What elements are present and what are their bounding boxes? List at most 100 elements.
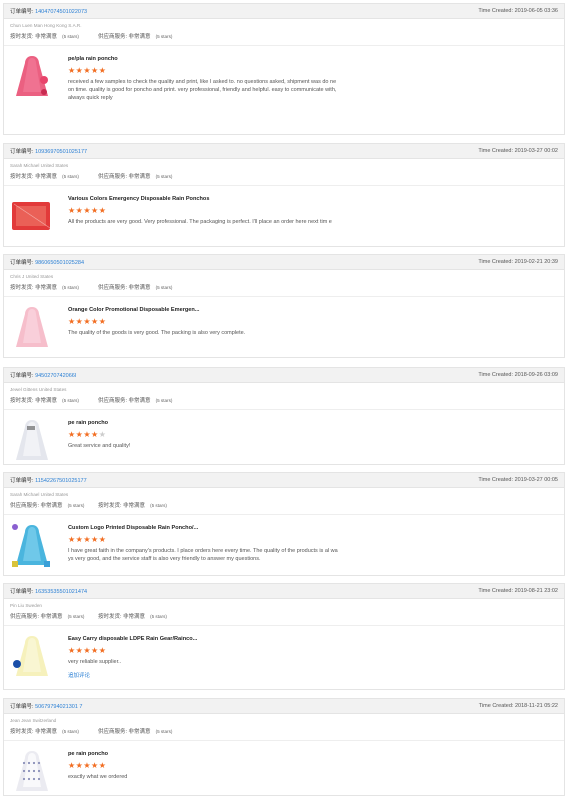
- star-rating: ★★★★★: [68, 535, 338, 544]
- star-rating: ★★★★★: [68, 206, 338, 215]
- product-title[interactable]: Various Colors Emergency Disposable Rain…: [68, 196, 338, 202]
- star-filled-icon: ★: [91, 646, 99, 655]
- review-header: 订单编号: 10936970501025177 Time Created: 20…: [4, 144, 564, 159]
- star-filled-icon: ★: [98, 206, 107, 215]
- product-title[interactable]: pe rain poncho: [68, 420, 338, 426]
- rating-label: 按时发货: 非常满意: [10, 729, 58, 735]
- order-label: 订单编号:: [10, 260, 34, 266]
- review-content: pe rain poncho ★★★★★ Great service and q…: [68, 416, 338, 464]
- rating-item: 供应商服务: 非常满意 (5 stars): [98, 396, 186, 404]
- review-content: Easy Carry disposable LDPE Rain Gear/Rai…: [68, 632, 338, 682]
- time-created: Time Created: 2019-06-05 03:36: [478, 8, 558, 14]
- star-filled-icon: ★: [98, 646, 107, 655]
- star-filled-icon: ★: [83, 535, 92, 544]
- review-comment: All the products are very good. Very pro…: [68, 219, 332, 225]
- rating-item: 供应商服务: 非常满意 (5 stars): [98, 727, 186, 735]
- rating-item: 按时发货: 非常满意 (5 stars): [10, 172, 98, 180]
- rating-item: 供应商服务: 非常满意 (5 stars): [98, 283, 186, 291]
- red-poncho-icon[interactable]: [10, 52, 54, 102]
- time-created: Time Created: 2019-08-21 23:02: [478, 588, 558, 594]
- review-comment: Great service and quality!: [68, 443, 131, 449]
- review-card: 订单编号: 10936970501025177 Time Created: 20…: [3, 143, 565, 247]
- order-label: 订单编号:: [10, 9, 34, 15]
- star-filled-icon: ★: [91, 317, 99, 326]
- order-number: 订单编号: 16353535501021474: [10, 587, 87, 595]
- time-value: 2018-09-26 03:09: [514, 372, 558, 378]
- star-filled-icon: ★: [91, 761, 99, 770]
- product-title[interactable]: Orange Color Promotional Disposable Emer…: [68, 307, 338, 313]
- rating-item: 按时发货: 非常满意 (5 stars): [10, 32, 98, 40]
- star-rating: ★★★★★: [68, 761, 338, 770]
- time-value: 2019-03-27 00:05: [514, 477, 558, 483]
- white-poncho-icon[interactable]: [10, 416, 54, 464]
- rating-label: 按时发货: 非常满意: [10, 34, 58, 40]
- review-card: 订单编号: 16353535501021474 Time Created: 20…: [3, 583, 565, 690]
- review-body: pe rain poncho ★★★★★ exactly what we ord…: [4, 741, 564, 795]
- order-label: 订单编号:: [10, 589, 34, 595]
- rating-label: 按时发货: 非常满意: [10, 285, 58, 291]
- order-number-link[interactable]: 10936970501025177: [35, 149, 87, 155]
- order-number-link[interactable]: 9450270742066I: [35, 373, 76, 379]
- product-title[interactable]: pe rain poncho: [68, 751, 338, 757]
- review-content: pe/pla rain poncho ★★★★★ received a few …: [68, 52, 338, 103]
- review-card: 订单编号: 9450270742066I Time Created: 2018-…: [3, 367, 565, 465]
- star-filled-icon: ★: [68, 206, 76, 215]
- dotted-poncho-icon[interactable]: [10, 747, 54, 795]
- review-content: Orange Color Promotional Disposable Emer…: [68, 303, 338, 353]
- rating-stars-text: (5 stars): [155, 174, 173, 179]
- star-rating: ★★★★★: [68, 317, 338, 326]
- review-header: 订单编号: 14047074501022073 Time Created: 20…: [4, 4, 564, 19]
- rating-stars-text: (5 stars): [67, 614, 85, 619]
- rating-stars-text: (5 stars): [62, 398, 79, 403]
- rating-label: 按时发货: 非常满意: [98, 614, 146, 620]
- review-comment: received a few samples to check the qual…: [68, 79, 337, 102]
- order-number-link[interactable]: 14047074501022073: [35, 9, 87, 15]
- order-number-link[interactable]: 9860650501025284: [35, 260, 84, 266]
- clear-poncho-icon[interactable]: [10, 632, 54, 682]
- review-header: 订单编号: 11542267501025177 Time Created: 20…: [4, 473, 564, 488]
- blue-poncho-icon[interactable]: [10, 521, 54, 571]
- rating-item: 按时发货: 非常满意 (5 stars): [10, 283, 98, 291]
- order-number-link[interactable]: 50679794021301 7: [35, 704, 82, 710]
- rating-label: 按时发货: 非常满意: [10, 174, 58, 180]
- time-label: Time Created:: [478, 703, 514, 709]
- append-review-link[interactable]: 追加评论: [68, 671, 90, 679]
- product-title[interactable]: Easy Carry disposable LDPE Rain Gear/Rai…: [68, 636, 338, 642]
- order-label: 订单编号:: [10, 478, 34, 484]
- rating-summary: 按时发货: 非常满意 (5 stars) 供应商服务: 非常满意 (5 stars): [10, 32, 558, 40]
- star-filled-icon: ★: [91, 66, 99, 75]
- star-rating: ★★★★★: [68, 430, 338, 439]
- time-value: 2019-02-21 20:39: [514, 259, 558, 265]
- order-label: 订单编号:: [10, 149, 34, 155]
- star-filled-icon: ★: [83, 761, 92, 770]
- review-card: 订单编号: 14047074501022073 Time Created: 20…: [3, 3, 565, 135]
- rating-label: 供应商服务: 非常满意: [10, 503, 63, 509]
- star-filled-icon: ★: [68, 646, 76, 655]
- rating-summary: 按时发货: 非常满意 (5 stars) 供应商服务: 非常满意 (5 stars): [10, 396, 558, 404]
- product-title[interactable]: Custom Logo Printed Disposable Rain Ponc…: [68, 525, 338, 531]
- review-content: Various Colors Emergency Disposable Rain…: [68, 192, 338, 242]
- rating-item: 供应商服务: 非常满意 (5 stars): [98, 172, 186, 180]
- review-card: 订单编号: 9860650501025284 Time Created: 201…: [3, 254, 565, 358]
- order-number-link[interactable]: 11542267501025177: [35, 478, 87, 484]
- time-label: Time Created:: [478, 477, 514, 483]
- order-number-link[interactable]: 16353535501021474: [35, 589, 87, 595]
- rating-label: 按时发货: 非常满意: [10, 398, 58, 404]
- buyer-info: Sarah Michael United States: [10, 163, 69, 168]
- pink-poncho-icon[interactable]: [10, 303, 54, 353]
- review-content: pe rain poncho ★★★★★ exactly what we ord…: [68, 747, 338, 795]
- star-filled-icon: ★: [83, 430, 92, 439]
- star-rating: ★★★★★: [68, 646, 338, 655]
- time-value: 2019-03-27 00:02: [514, 148, 558, 154]
- product-title[interactable]: pe/pla rain poncho: [68, 56, 338, 62]
- star-filled-icon: ★: [98, 535, 107, 544]
- review-card: 订单编号: 50679794021301 7 Time Created: 201…: [3, 698, 565, 796]
- red-poncho-pack-icon[interactable]: [10, 192, 54, 242]
- star-filled-icon: ★: [98, 317, 107, 326]
- star-filled-icon: ★: [68, 317, 76, 326]
- rating-stars-text: (5 stars): [62, 174, 79, 179]
- review-header: 订单编号: 9450270742066I Time Created: 2018-…: [4, 368, 564, 383]
- review-content: Custom Logo Printed Disposable Rain Ponc…: [68, 521, 338, 571]
- order-number: 订单编号: 50679794021301 7: [10, 702, 82, 710]
- order-label: 订单编号:: [10, 704, 34, 710]
